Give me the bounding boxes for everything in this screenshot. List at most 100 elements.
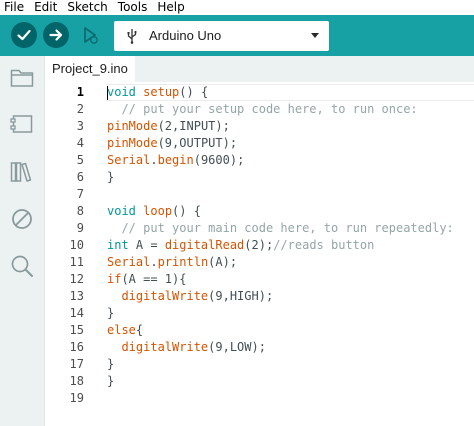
chevron-down-icon bbox=[311, 33, 319, 38]
code-token: (A); bbox=[208, 255, 238, 269]
line-number: 12 bbox=[69, 272, 84, 286]
code-token: . bbox=[150, 153, 158, 167]
code-token: else bbox=[107, 323, 136, 337]
code-line[interactable]: void setup() { bbox=[107, 84, 474, 101]
code-line[interactable]: void loop() { bbox=[107, 203, 474, 220]
code-token: (2); bbox=[244, 238, 274, 252]
code-line[interactable]: pinMode(2,INPUT); bbox=[107, 118, 474, 135]
code-token: pinMode bbox=[107, 136, 158, 150]
code-line[interactable]: digitalWrite(9,HIGH); bbox=[107, 288, 474, 305]
code-line[interactable]: digitalWrite(9,LOW); bbox=[107, 339, 474, 356]
line-number: 15 bbox=[69, 323, 84, 337]
line-number: 18 bbox=[69, 374, 84, 388]
code-token: . bbox=[150, 255, 158, 269]
line-number: 16 bbox=[69, 340, 84, 354]
code-line[interactable]: } bbox=[107, 373, 474, 390]
tab-project-9[interactable]: Project_9.ino bbox=[45, 56, 135, 82]
code-token: pinMode bbox=[107, 119, 158, 133]
code-token: // put your setup code here, to run once… bbox=[107, 102, 418, 116]
code-line[interactable]: pinMode(9,OUTPUT); bbox=[107, 135, 474, 152]
code-token: () { bbox=[179, 85, 209, 99]
upload-button[interactable] bbox=[43, 22, 69, 48]
code-token: } bbox=[107, 357, 115, 371]
line-number: 1 bbox=[76, 85, 84, 99]
code-token: digitalWrite bbox=[121, 289, 209, 303]
code-token: Serial bbox=[107, 255, 151, 269]
code-token: (2, bbox=[157, 119, 180, 133]
line-number: 6 bbox=[76, 170, 84, 184]
code-line[interactable]: int A = digitalRead(2);//reads button bbox=[107, 237, 474, 254]
tab-bar: Project_9.ino bbox=[45, 56, 474, 82]
menu-tools[interactable]: Tools bbox=[113, 0, 153, 15]
code-token: (9, bbox=[157, 136, 180, 150]
line-number: 13 bbox=[69, 289, 84, 303]
code-line[interactable] bbox=[107, 186, 474, 203]
line-number: 14 bbox=[69, 306, 84, 320]
menu-bar: File Edit Sketch Tools Help bbox=[0, 0, 474, 15]
code-line[interactable]: if(A == 1){ bbox=[107, 271, 474, 288]
menu-sketch[interactable]: Sketch bbox=[62, 0, 112, 15]
code-line[interactable]: } bbox=[107, 356, 474, 373]
line-number: 11 bbox=[69, 255, 84, 269]
code-token: digitalRead bbox=[164, 238, 245, 252]
code-line[interactable]: } bbox=[107, 169, 474, 186]
line-number: 8 bbox=[76, 204, 84, 218]
code-line[interactable]: Serial.begin(9600); bbox=[107, 152, 474, 169]
code-line[interactable]: // put your main code here, to run repea… bbox=[107, 220, 474, 237]
code-line[interactable]: Serial.println(A); bbox=[107, 254, 474, 271]
line-number: 19 bbox=[69, 391, 84, 405]
code-token: if bbox=[107, 272, 122, 286]
code-token: A = bbox=[128, 238, 165, 252]
line-number: 9 bbox=[76, 221, 84, 235]
code-line[interactable] bbox=[107, 390, 474, 407]
line-number: 7 bbox=[76, 187, 84, 201]
code-token: } bbox=[107, 170, 115, 184]
line-number: 17 bbox=[69, 357, 84, 371]
code-token: Serial bbox=[107, 153, 151, 167]
toolbar: Arduino Uno bbox=[0, 15, 474, 56]
code-editor[interactable]: 1 2 3 4 5 6 7 8 9 10 11 12 13 14 15 16 17 18 19 void setup… bbox=[45, 82, 474, 426]
usb-icon bbox=[127, 29, 137, 44]
line-number: 5 bbox=[76, 153, 84, 167]
code-token: (9,LOW); bbox=[208, 340, 266, 354]
search-icon[interactable] bbox=[10, 254, 34, 278]
code-token: } bbox=[107, 306, 115, 320]
line-number-gutter: 1 2 3 4 5 6 7 8 9 10 11 12 13 14 15 16 17 18 19 bbox=[45, 82, 106, 426]
code-line[interactable]: else{ bbox=[107, 322, 474, 339]
line-number: 10 bbox=[69, 238, 84, 252]
code-token: (9,HIGH); bbox=[208, 289, 274, 303]
arrow-right-icon bbox=[49, 29, 63, 41]
line-number: 3 bbox=[76, 119, 84, 133]
menu-edit[interactable]: Edit bbox=[29, 0, 62, 15]
code-line[interactable]: } bbox=[107, 305, 474, 322]
checkmark-icon bbox=[17, 29, 31, 41]
code-token: } bbox=[107, 374, 115, 388]
code-token: println bbox=[157, 255, 209, 269]
library-icon[interactable] bbox=[10, 161, 34, 183]
code-token: (9600); bbox=[193, 153, 245, 167]
code-token: INPUT bbox=[179, 119, 216, 133]
menu-help[interactable]: Help bbox=[152, 0, 189, 15]
debugger-button[interactable] bbox=[77, 22, 103, 48]
line-number: 2 bbox=[76, 102, 84, 116]
code-token: (A == 1){ bbox=[121, 272, 187, 286]
code-token: setup bbox=[143, 85, 180, 99]
sidebar bbox=[0, 56, 45, 426]
board-manager-icon[interactable] bbox=[10, 114, 34, 134]
debug-icon bbox=[84, 27, 98, 44]
folder-icon[interactable] bbox=[10, 68, 34, 88]
code-token: digitalWrite bbox=[121, 340, 209, 354]
board-name: Arduino Uno bbox=[149, 28, 222, 43]
code-token: () { bbox=[172, 204, 201, 218]
menu-file[interactable]: File bbox=[0, 0, 29, 15]
code-token: // put your main code here, to run repea… bbox=[107, 221, 454, 235]
verify-button[interactable] bbox=[11, 22, 37, 48]
debug-disabled-icon[interactable] bbox=[10, 207, 34, 231]
code-token: OUTPUT bbox=[179, 136, 223, 150]
code-token: begin bbox=[157, 153, 194, 167]
code-line[interactable]: // put your setup code here, to run once… bbox=[107, 101, 474, 118]
code-area[interactable]: void setup() { // put your setup code he… bbox=[107, 84, 474, 407]
board-selector[interactable]: Arduino Uno bbox=[114, 21, 329, 51]
